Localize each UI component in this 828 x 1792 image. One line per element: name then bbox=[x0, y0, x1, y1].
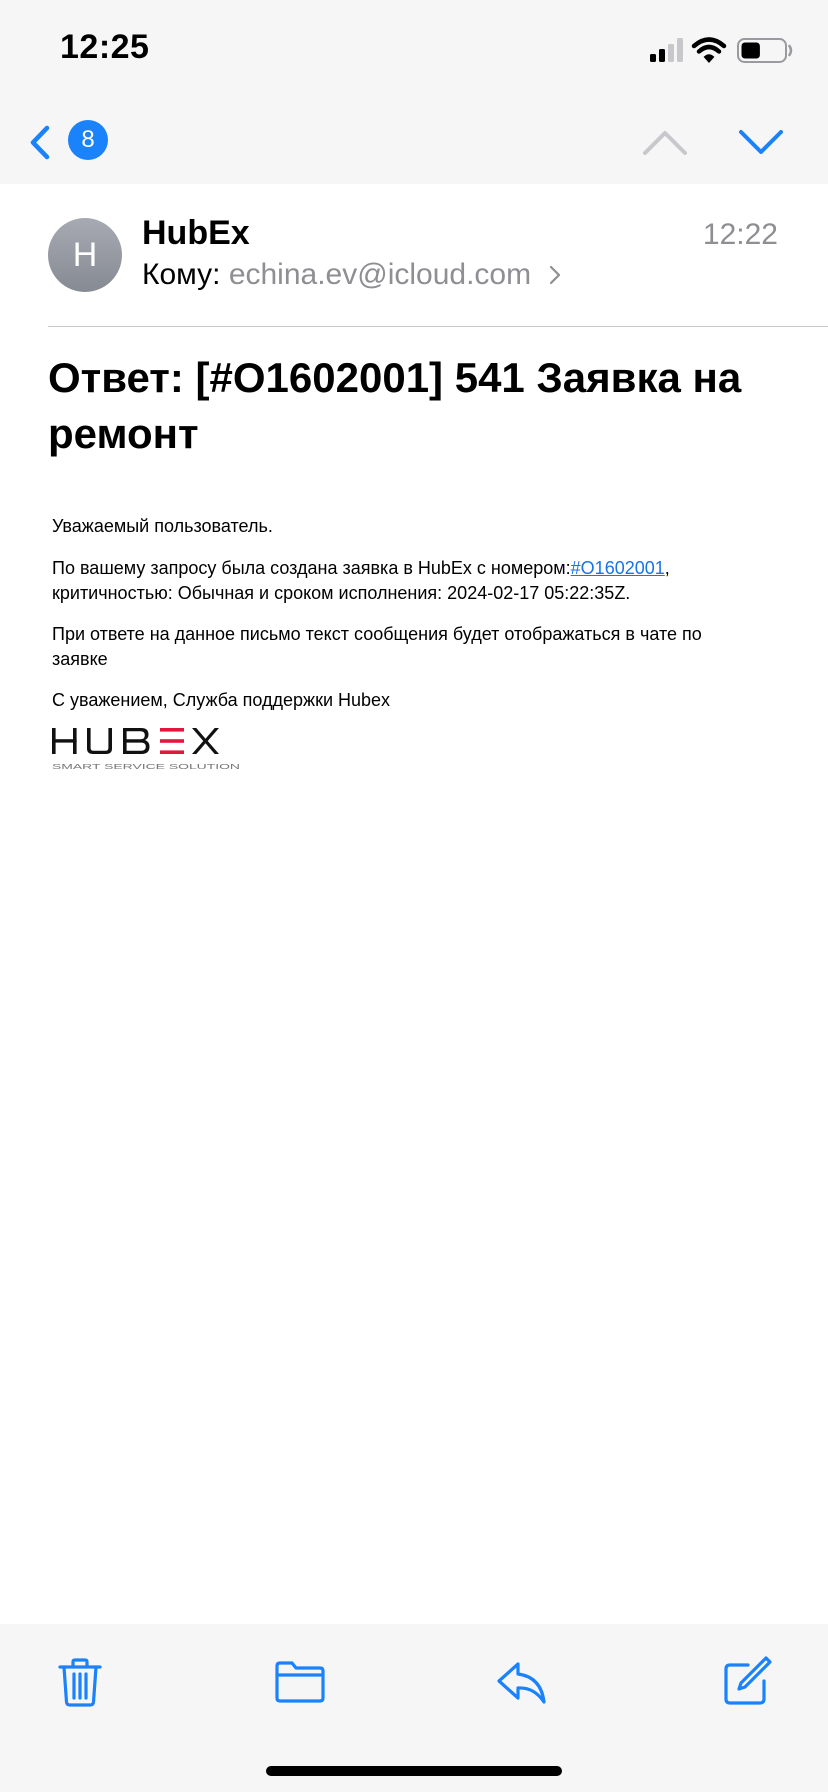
bottom-toolbar bbox=[0, 1624, 828, 1792]
unread-count-badge[interactable]: 8 bbox=[68, 120, 108, 160]
chevron-up-icon bbox=[643, 131, 687, 155]
chevron-down-icon bbox=[739, 130, 783, 154]
home-indicator bbox=[266, 1766, 562, 1776]
chevron-right-icon bbox=[550, 265, 561, 285]
compose-icon bbox=[724, 1656, 772, 1705]
logo-tagline: SMART SERVICE SOLUTION bbox=[52, 762, 240, 771]
wifi-icon bbox=[691, 37, 727, 64]
message-subject: Ответ: [#O1602001] 541 Заявка на ремонт bbox=[48, 354, 742, 457]
battery-icon bbox=[737, 38, 793, 63]
message-view: H HubEx 12:22 Кому: echina.ev@icloud.com… bbox=[0, 184, 828, 1624]
sender-avatar[interactable]: H bbox=[48, 218, 122, 292]
move-to-folder-button[interactable] bbox=[272, 1654, 328, 1710]
status-time: 12:25 bbox=[60, 28, 150, 66]
body-paragraph-reply-info: При ответе на данное письмо текст сообще… bbox=[52, 624, 702, 669]
trash-icon bbox=[58, 1658, 102, 1707]
next-message-button[interactable] bbox=[736, 122, 786, 162]
recipient-line[interactable]: Кому: echina.ev@icloud.com bbox=[142, 258, 561, 292]
recipient-address[interactable]: echina.ev@icloud.com bbox=[229, 258, 531, 291]
reply-icon bbox=[497, 1662, 546, 1704]
header-divider bbox=[48, 326, 828, 327]
trash-button[interactable] bbox=[52, 1654, 108, 1710]
compose-button[interactable] bbox=[718, 1654, 774, 1710]
back-button[interactable] bbox=[22, 118, 62, 168]
body-signature: С уважением, Служба поддержки Hubex bbox=[52, 690, 391, 710]
cellular-signal-icon bbox=[650, 38, 683, 62]
sender-name[interactable]: HubEx bbox=[142, 214, 250, 253]
to-label: Кому: bbox=[142, 258, 221, 291]
ticket-number-link[interactable]: #O1602001 bbox=[571, 558, 665, 578]
status-bar: 12:25 bbox=[0, 0, 828, 100]
body-greeting: Уважаемый пользователь. bbox=[52, 516, 273, 536]
message-nav-bar: 8 bbox=[0, 100, 828, 184]
body-paragraph-ticket: По вашему запросу была создана заявка в … bbox=[52, 556, 752, 606]
reply-button[interactable] bbox=[494, 1654, 550, 1710]
folder-icon bbox=[275, 1661, 325, 1703]
hubex-logo: SMART SERVICE SOLUTION bbox=[52, 728, 240, 771]
status-icons bbox=[650, 37, 793, 64]
chevron-left-icon bbox=[30, 125, 50, 160]
previous-message-button[interactable] bbox=[640, 122, 690, 162]
message-time: 12:22 bbox=[702, 218, 778, 251]
ticket-text-before: По вашему запросу была создана заявка в … bbox=[52, 558, 571, 578]
